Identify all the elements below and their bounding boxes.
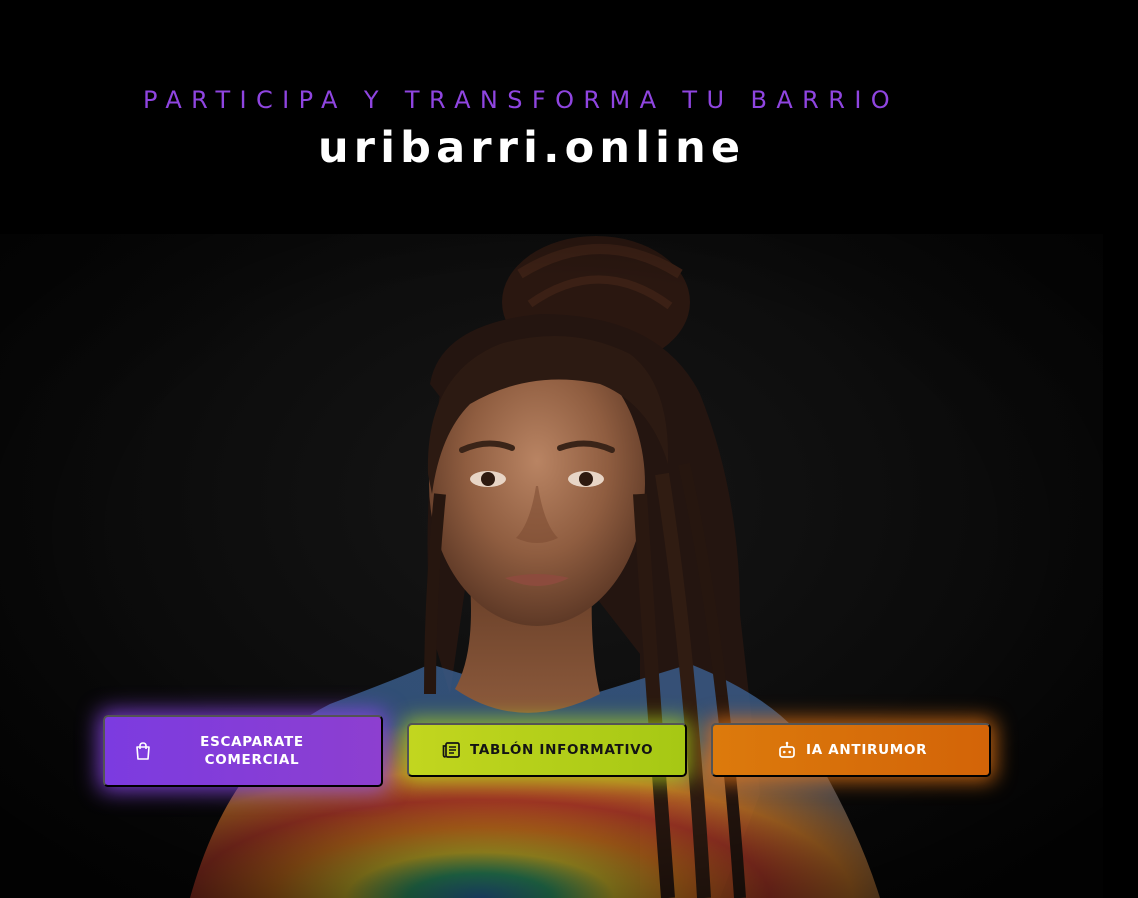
tablon-button-label: TABLÓN INFORMATIVO	[470, 742, 654, 758]
tagline: PARTICIPA Y TRANSFORMA TU BARRIO	[143, 86, 900, 114]
antirumor-button-label: IA ANTIRUMOR	[806, 742, 928, 758]
escaparate-label-line2: COMERCIAL	[204, 752, 300, 768]
robot-icon	[777, 740, 797, 760]
newspaper-icon	[441, 740, 461, 760]
hero-portrait-photo	[0, 234, 1103, 898]
site-title: uribarri.online	[318, 123, 746, 173]
shopping-bag-icon	[133, 741, 153, 761]
hero-header: PARTICIPA Y TRANSFORMA TU BARRIO uribarr…	[0, 0, 1138, 230]
escaparate-label-line1: ESCAPARATE	[200, 734, 304, 750]
ia-antirumor-button[interactable]: IA ANTIRUMOR	[711, 723, 991, 777]
tablon-informativo-button[interactable]: TABLÓN INFORMATIVO	[407, 723, 687, 777]
escaparate-comercial-button[interactable]: ESCAPARATE COMERCIAL	[103, 715, 383, 787]
escaparate-button-label: ESCAPARATE COMERCIAL	[153, 733, 381, 769]
